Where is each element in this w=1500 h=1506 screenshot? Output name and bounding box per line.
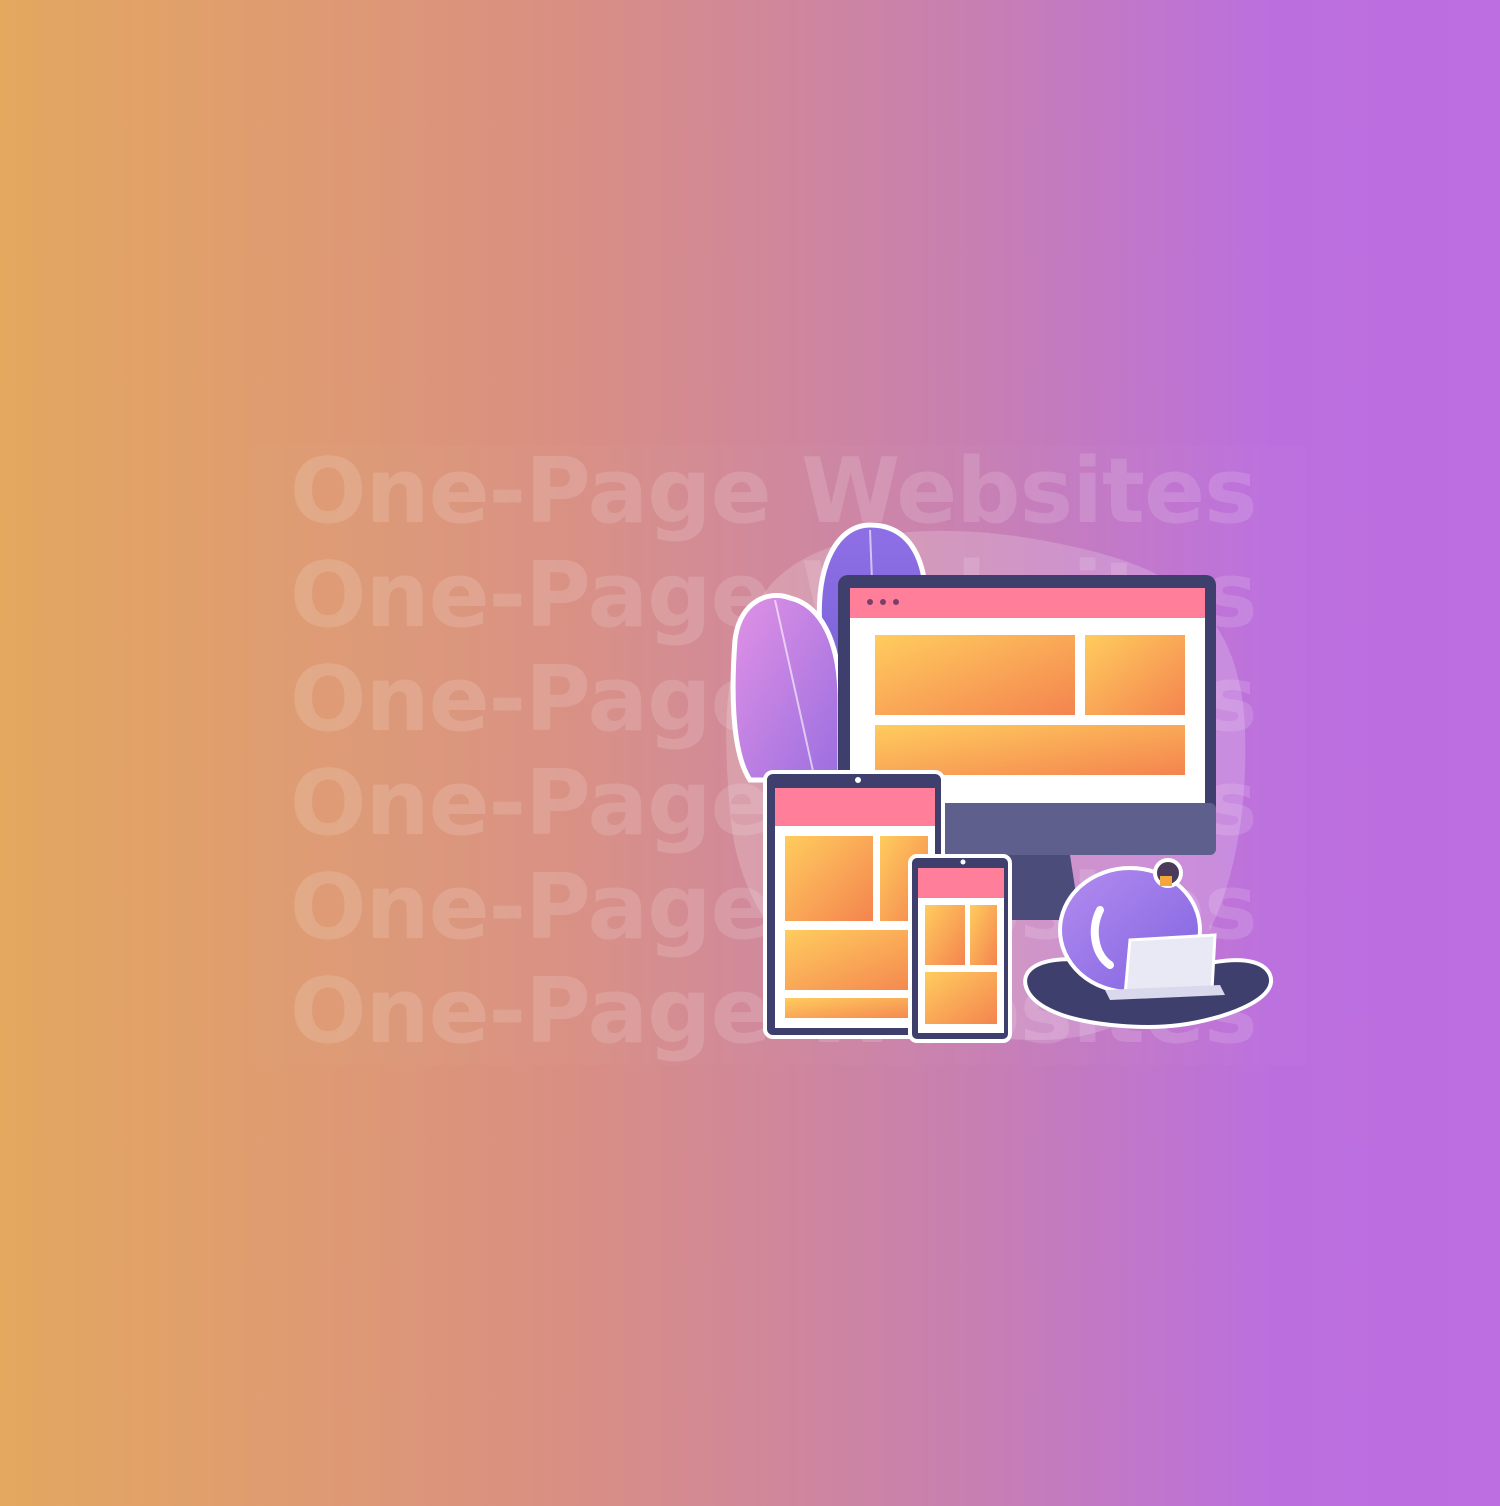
responsive-devices-illustration-icon xyxy=(726,522,1274,1043)
monitor-header-bar xyxy=(850,588,1205,618)
plant-leaf-front xyxy=(730,592,843,783)
